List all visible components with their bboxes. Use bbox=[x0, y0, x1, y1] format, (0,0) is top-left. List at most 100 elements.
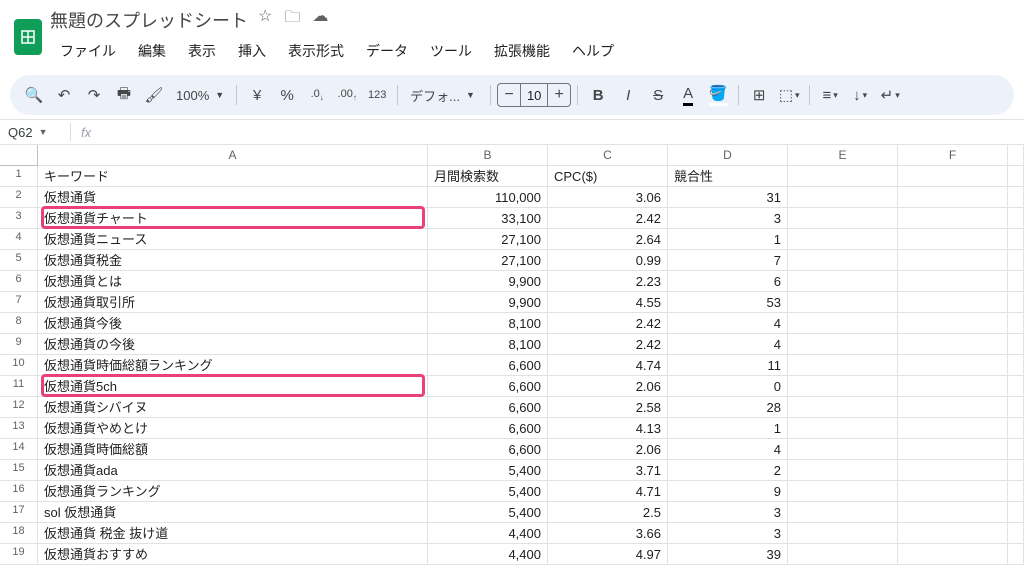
cell[interactable] bbox=[898, 418, 1008, 439]
merge-cells-icon[interactable]: ⬚▾ bbox=[775, 81, 803, 109]
cell[interactable]: 6,600 bbox=[428, 418, 548, 439]
cell[interactable]: 6,600 bbox=[428, 376, 548, 397]
cell[interactable] bbox=[788, 481, 898, 502]
menu-item[interactable]: 表示 bbox=[178, 37, 226, 65]
row-header[interactable]: 7 bbox=[0, 292, 38, 313]
cell[interactable] bbox=[898, 229, 1008, 250]
cell[interactable]: 2.23 bbox=[548, 271, 668, 292]
vertical-align-icon[interactable]: ↓▾ bbox=[846, 81, 874, 109]
cell[interactable]: 31 bbox=[668, 187, 788, 208]
cell[interactable]: 2.64 bbox=[548, 229, 668, 250]
font-size-stepper[interactable]: − 10 + bbox=[497, 83, 571, 107]
cell[interactable] bbox=[788, 355, 898, 376]
cell[interactable] bbox=[898, 523, 1008, 544]
font-size-plus[interactable]: + bbox=[548, 86, 570, 104]
cell[interactable]: 6,600 bbox=[428, 355, 548, 376]
cell[interactable]: 3 bbox=[668, 502, 788, 523]
row-header[interactable]: 14 bbox=[0, 439, 38, 460]
cell[interactable]: 4.71 bbox=[548, 481, 668, 502]
cell[interactable] bbox=[788, 208, 898, 229]
cell[interactable] bbox=[898, 439, 1008, 460]
sheets-logo[interactable] bbox=[14, 19, 42, 55]
cell[interactable] bbox=[898, 271, 1008, 292]
column-header[interactable]: F bbox=[898, 145, 1008, 166]
menu-item[interactable]: ツール bbox=[420, 37, 482, 65]
column-header[interactable]: D bbox=[668, 145, 788, 166]
cell[interactable] bbox=[788, 334, 898, 355]
percent-icon[interactable]: % bbox=[273, 81, 301, 109]
cell[interactable]: 39 bbox=[668, 544, 788, 565]
cell[interactable] bbox=[898, 355, 1008, 376]
cell[interactable]: 仮想通貨5ch bbox=[38, 376, 428, 397]
cell[interactable]: 2.5 bbox=[548, 502, 668, 523]
text-wrap-icon[interactable]: ↵▾ bbox=[876, 81, 904, 109]
cell[interactable]: 仮想通貨時価総額 bbox=[38, 439, 428, 460]
row-header[interactable]: 8 bbox=[0, 313, 38, 334]
italic-icon[interactable]: I bbox=[614, 81, 642, 109]
menu-item[interactable]: データ bbox=[356, 37, 418, 65]
cell[interactable] bbox=[788, 250, 898, 271]
cell[interactable]: 仮想通貨やめとけ bbox=[38, 418, 428, 439]
font-select[interactable]: デフォ...▼ bbox=[404, 86, 484, 105]
row-header[interactable]: 17 bbox=[0, 502, 38, 523]
cell[interactable]: 2.42 bbox=[548, 313, 668, 334]
strikethrough-icon[interactable]: S bbox=[644, 81, 672, 109]
cell[interactable] bbox=[788, 187, 898, 208]
cell[interactable]: 11 bbox=[668, 355, 788, 376]
cell[interactable] bbox=[788, 229, 898, 250]
cell[interactable]: 2.58 bbox=[548, 397, 668, 418]
cell[interactable]: 仮想通貨時価総額ランキング bbox=[38, 355, 428, 376]
cell[interactable] bbox=[898, 313, 1008, 334]
column-header[interactable]: C bbox=[548, 145, 668, 166]
row-header[interactable]: 16 bbox=[0, 481, 38, 502]
cell[interactable]: 4.74 bbox=[548, 355, 668, 376]
cell[interactable]: キーワード bbox=[38, 166, 428, 187]
menu-item[interactable]: ファイル bbox=[50, 37, 126, 65]
cell[interactable]: 3.66 bbox=[548, 523, 668, 544]
select-all-corner[interactable] bbox=[0, 145, 38, 166]
cell[interactable]: 8,100 bbox=[428, 334, 548, 355]
cell[interactable] bbox=[898, 502, 1008, 523]
number-format-icon[interactable]: 123 bbox=[363, 81, 391, 109]
cell[interactable]: 0.99 bbox=[548, 250, 668, 271]
font-size-value[interactable]: 10 bbox=[520, 84, 548, 106]
cell[interactable]: 月間検索数 bbox=[428, 166, 548, 187]
row-header[interactable]: 19 bbox=[0, 544, 38, 565]
cell[interactable]: 5,400 bbox=[428, 481, 548, 502]
undo-icon[interactable]: ↶ bbox=[50, 81, 78, 109]
cell[interactable]: 4.55 bbox=[548, 292, 668, 313]
star-icon[interactable]: ☆ bbox=[258, 6, 272, 33]
cell[interactable]: 8,100 bbox=[428, 313, 548, 334]
redo-icon[interactable]: ↷ bbox=[80, 81, 108, 109]
cell[interactable]: CPC($) bbox=[548, 166, 668, 187]
cell[interactable]: 仮想通貨今後 bbox=[38, 313, 428, 334]
cell[interactable] bbox=[898, 187, 1008, 208]
row-header[interactable]: 18 bbox=[0, 523, 38, 544]
zoom-select[interactable]: 100%▼ bbox=[170, 88, 230, 103]
cell[interactable]: 28 bbox=[668, 397, 788, 418]
cell[interactable] bbox=[898, 376, 1008, 397]
cell[interactable]: 1 bbox=[668, 229, 788, 250]
row-header[interactable]: 12 bbox=[0, 397, 38, 418]
row-header[interactable]: 13 bbox=[0, 418, 38, 439]
menu-item[interactable]: 拡張機能 bbox=[484, 37, 560, 65]
cell[interactable]: 3 bbox=[668, 523, 788, 544]
fill-color-icon[interactable]: 🪣 bbox=[704, 81, 732, 109]
row-header[interactable]: 1 bbox=[0, 166, 38, 187]
cell[interactable]: 110,000 bbox=[428, 187, 548, 208]
cell[interactable]: 2.42 bbox=[548, 208, 668, 229]
cell[interactable]: 4 bbox=[668, 334, 788, 355]
cell[interactable] bbox=[788, 166, 898, 187]
increase-decimal-icon[interactable]: .00↑ bbox=[333, 81, 361, 109]
cell[interactable]: 仮想通貨とは bbox=[38, 271, 428, 292]
cell[interactable] bbox=[788, 397, 898, 418]
row-header[interactable]: 6 bbox=[0, 271, 38, 292]
cell[interactable]: 2.42 bbox=[548, 334, 668, 355]
cell[interactable]: sol 仮想通貨 bbox=[38, 502, 428, 523]
text-color-icon[interactable]: A bbox=[674, 81, 702, 109]
cell[interactable]: 3 bbox=[668, 208, 788, 229]
cell[interactable]: 4.13 bbox=[548, 418, 668, 439]
cell[interactable]: 33,100 bbox=[428, 208, 548, 229]
move-icon[interactable]: 🗀 bbox=[284, 6, 300, 33]
cell[interactable]: 4,400 bbox=[428, 523, 548, 544]
